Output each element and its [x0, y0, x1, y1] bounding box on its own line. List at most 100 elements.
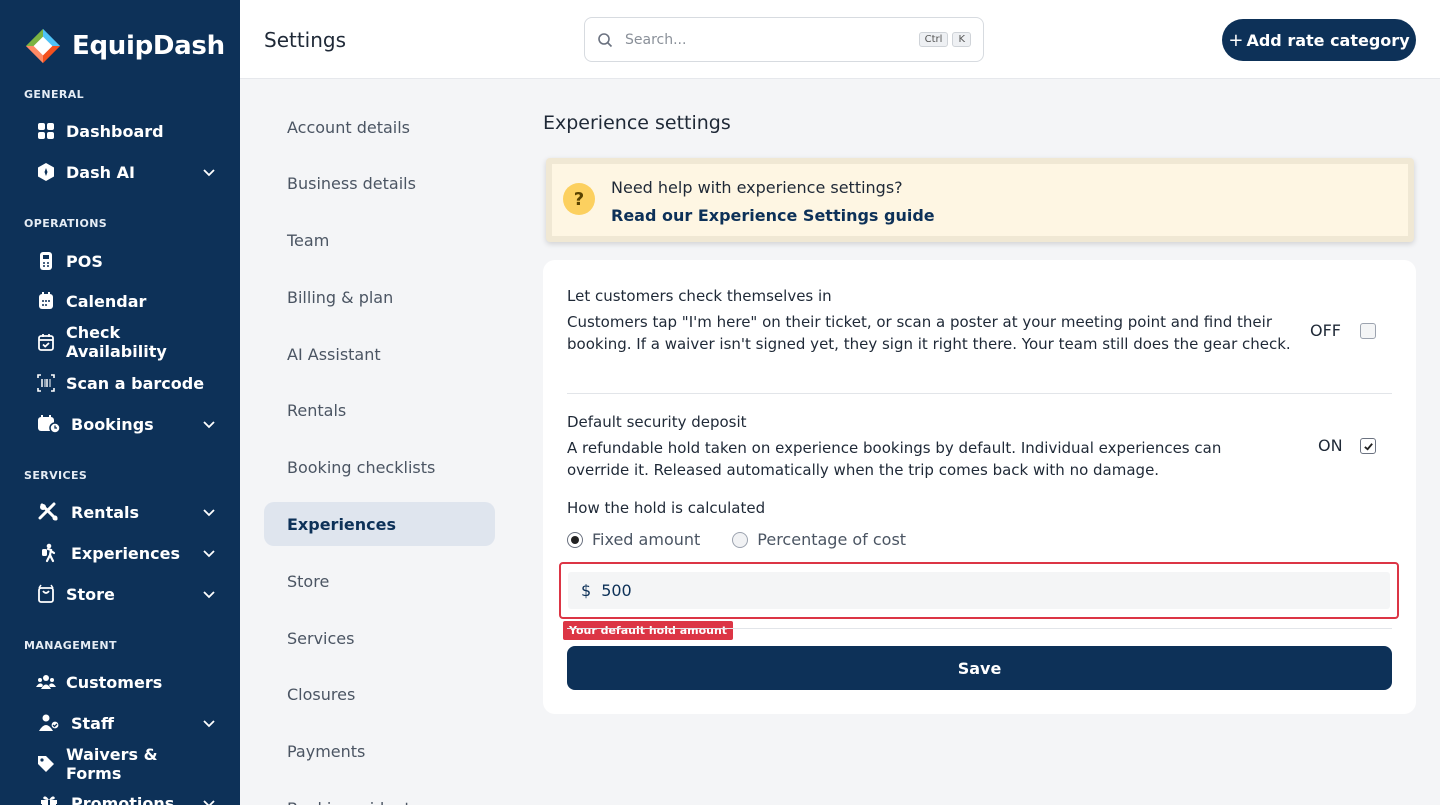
settings-menu-item-payments[interactable]: Payments [264, 729, 495, 773]
store-icon [36, 584, 56, 604]
checkmark-icon [1363, 442, 1373, 451]
settings-menu-item-rentals[interactable]: Rentals [264, 388, 495, 432]
chevron-down-icon [203, 591, 215, 599]
tag-icon [36, 754, 56, 774]
brand[interactable]: EquipDash [24, 26, 225, 66]
radio-fixed-amount[interactable] [567, 531, 583, 548]
experience-settings-title: Experience settings [543, 112, 731, 134]
sidebar-item-staff[interactable]: Staff [36, 706, 216, 740]
currency-symbol: $ [581, 581, 592, 600]
staff-icon [36, 713, 61, 733]
bookings-icon [36, 414, 61, 434]
rentals-icon [36, 502, 61, 522]
sidebar-item-label: POS [66, 251, 103, 271]
security-deposit-description: A refundable hold taken on experience bo… [567, 439, 1222, 479]
settings-menu-item-services[interactable]: Services [264, 616, 495, 660]
sidebar-item-bookings[interactable]: Bookings [36, 407, 216, 441]
sidebar-item-label: Waivers & Forms [66, 745, 158, 783]
settings-menu-item-closures[interactable]: Closures [264, 672, 495, 716]
page-title: Settings [264, 28, 347, 52]
security-deposit-checkbox[interactable] [1360, 438, 1376, 454]
settings-menu-item-account-details[interactable]: Account details [264, 105, 495, 149]
settings-menu-item-booking-checklists[interactable]: Booking checklists [264, 445, 495, 489]
chevron-down-icon [203, 720, 215, 728]
chevron-down-icon [203, 421, 215, 429]
customers-icon [36, 672, 56, 692]
hold-amount-value: 500 [601, 581, 632, 600]
sidebar-item-label: Check Availability [66, 323, 167, 361]
settings-menu-item-store[interactable]: Store [264, 559, 495, 603]
sidebar-item-scan-barcode[interactable]: Scan a barcode [36, 366, 216, 400]
self-checkin-title: Let customers check themselves in [567, 287, 832, 305]
sidebar-item-promotions[interactable]: Promotions [36, 786, 216, 805]
self-checkin-state: OFF [1310, 321, 1341, 340]
search-input[interactable] [625, 31, 915, 48]
settings-menu-item-billing-plan[interactable]: Billing & plan [264, 275, 495, 319]
sidebar-item-dashboard[interactable]: Dashboard [36, 114, 216, 148]
radio-fixed-amount-label[interactable]: Fixed amount [592, 530, 700, 549]
divider [567, 393, 1392, 394]
hold-calc-label: How the hold is calculated [567, 499, 766, 517]
shortcut-key-k: K [952, 32, 971, 47]
sidebar-item-label: Rentals [71, 502, 140, 522]
sidebar: EquipDash GENERAL OPERATIONS SERVICES MA… [0, 0, 240, 805]
sidebar-item-label: Calendar [66, 291, 147, 311]
sidebar-item-label: Promotions [71, 793, 175, 805]
question-icon: ? [563, 183, 595, 215]
chevron-down-icon [203, 509, 215, 517]
save-button[interactable]: Save [567, 646, 1392, 690]
divider [567, 628, 1392, 629]
section-label-services: SERVICES [24, 469, 88, 482]
radio-percentage-of-cost-label[interactable]: Percentage of cost [757, 530, 906, 549]
sidebar-item-label: Customers [66, 672, 163, 692]
sidebar-item-check-availability[interactable]: Check Availability [36, 323, 216, 361]
sidebar-item-label: Bookings [71, 414, 154, 434]
sidebar-item-label: Dashboard [66, 121, 164, 141]
chevron-down-icon [203, 800, 215, 805]
help-banner: ? Need help with experience settings? Re… [546, 158, 1414, 242]
sidebar-item-experiences[interactable]: Experiences [36, 536, 216, 570]
security-deposit-title: Default security deposit [567, 413, 747, 431]
barcode-icon [36, 373, 56, 393]
sidebar-item-pos[interactable]: POS [36, 244, 216, 278]
hold-amount-input[interactable]: $ 500 [568, 572, 1390, 609]
experience-settings-guide-link[interactable]: Read our Experience Settings guide [611, 206, 935, 225]
sidebar-item-label: Experiences [71, 543, 181, 563]
pos-icon [36, 251, 56, 271]
ai-icon [36, 162, 56, 182]
sidebar-item-label: Dash AI [66, 162, 135, 182]
chevron-down-icon [203, 550, 215, 558]
sidebar-item-rentals[interactable]: Rentals [36, 495, 216, 529]
settings-menu-item-team[interactable]: Team [264, 218, 495, 262]
search-box[interactable]: Ctrl K [584, 17, 984, 62]
add-rate-category-label: Add rate category [1246, 30, 1410, 50]
sidebar-item-customers[interactable]: Customers [36, 665, 216, 699]
brand-name: EquipDash [72, 31, 225, 61]
settings-menu-item-ai-assistant[interactable]: AI Assistant [264, 332, 495, 376]
equipdash-logo-icon [24, 27, 62, 65]
sidebar-item-waivers-forms[interactable]: Waivers & Forms [36, 745, 216, 783]
settings-menu-item-business-details[interactable]: Business details [264, 161, 495, 205]
settings-menu-item-experiences[interactable]: Experiences [264, 502, 495, 546]
sidebar-item-calendar[interactable]: Calendar [36, 284, 216, 318]
hiker-icon [36, 543, 61, 563]
self-checkin-description: Customers tap "I'm here" on their ticket… [567, 313, 1291, 353]
top-bar: Settings Ctrl K + Add rate category [240, 0, 1440, 79]
sidebar-item-label: Staff [71, 713, 114, 733]
calendar-icon [36, 291, 56, 311]
hold-calc-options: Fixed amount Percentage of cost [567, 530, 906, 549]
experience-settings-card: Let customers check themselves in Custom… [543, 260, 1416, 714]
sidebar-item-store[interactable]: Store [36, 577, 216, 611]
sidebar-item-dash-ai[interactable]: Dash AI [36, 155, 216, 189]
plus-icon: + [1228, 29, 1244, 51]
sidebar-item-label: Scan a barcode [66, 373, 205, 393]
section-label-management: MANAGEMENT [24, 639, 117, 652]
settings-menu-item-booking-widget[interactable]: Booking widget [264, 786, 495, 805]
help-question: Need help with experience settings? [611, 178, 903, 197]
chevron-down-icon [203, 169, 215, 177]
calendar-check-icon [36, 332, 56, 352]
add-rate-category-button[interactable]: + Add rate category [1222, 19, 1416, 61]
radio-percentage-of-cost[interactable] [732, 531, 749, 548]
section-label-operations: OPERATIONS [24, 217, 108, 230]
self-checkin-checkbox[interactable] [1360, 323, 1376, 339]
